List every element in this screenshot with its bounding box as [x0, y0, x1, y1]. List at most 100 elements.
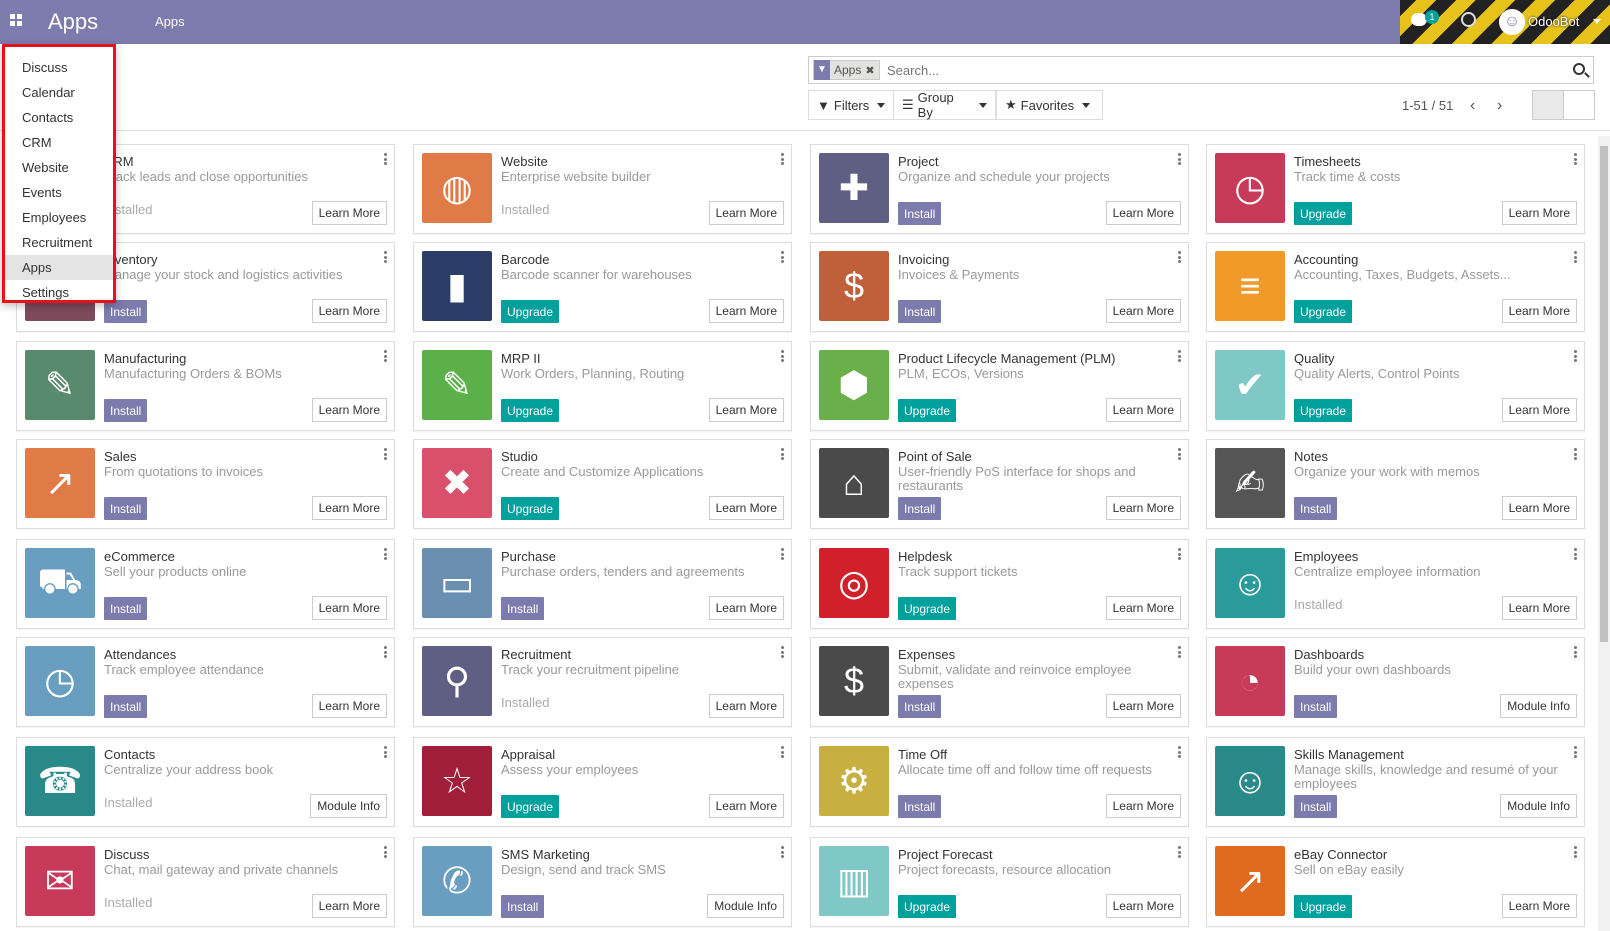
learn-more-button[interactable]: Learn More: [311, 496, 387, 520]
scrollbar[interactable]: [1598, 136, 1610, 931]
kebab-menu-icon[interactable]: [781, 746, 785, 758]
learn-more-button[interactable]: Learn More: [311, 201, 387, 225]
learn-more-button[interactable]: Learn More: [311, 596, 387, 620]
learn-more-button[interactable]: Learn More: [1105, 299, 1181, 323]
kebab-menu-icon[interactable]: [781, 846, 785, 858]
dropdown-item-website[interactable]: Website: [5, 155, 113, 180]
kebab-menu-icon[interactable]: [1178, 448, 1182, 460]
dropdown-item-employees[interactable]: Employees: [5, 205, 113, 230]
kebab-menu-icon[interactable]: [1178, 548, 1182, 560]
kebab-menu-icon[interactable]: [384, 251, 388, 263]
kebab-menu-icon[interactable]: [1178, 251, 1182, 263]
learn-more-button[interactable]: Learn More: [1105, 596, 1181, 620]
upgrade-button[interactable]: Upgrade: [501, 497, 560, 520]
install-button[interactable]: Install: [104, 497, 148, 520]
learn-more-button[interactable]: Learn More: [1105, 398, 1181, 422]
learn-more-button[interactable]: Learn More: [1501, 894, 1577, 918]
module-info-button[interactable]: Module Info: [1500, 694, 1577, 718]
search-icon[interactable]: [1573, 63, 1585, 75]
learn-more-button[interactable]: Learn More: [1105, 794, 1181, 818]
learn-more-button[interactable]: Learn More: [311, 894, 387, 918]
learn-more-button[interactable]: Learn More: [311, 398, 387, 422]
list-view-button[interactable]: [1563, 90, 1595, 120]
learn-more-button[interactable]: Learn More: [1501, 299, 1577, 323]
kebab-menu-icon[interactable]: [1178, 350, 1182, 362]
kebab-menu-icon[interactable]: [1574, 153, 1578, 165]
user-caret-icon[interactable]: [1593, 19, 1601, 24]
upgrade-button[interactable]: Upgrade: [1294, 300, 1353, 323]
module-info-button[interactable]: Module Info: [1500, 794, 1577, 818]
menu-apps[interactable]: Apps: [155, 14, 185, 29]
install-button[interactable]: Install: [1294, 497, 1338, 520]
dropdown-item-apps[interactable]: Apps: [5, 255, 113, 280]
kebab-menu-icon[interactable]: [781, 448, 785, 460]
kebab-menu-icon[interactable]: [384, 646, 388, 658]
learn-more-button[interactable]: Learn More: [1105, 894, 1181, 918]
upgrade-button[interactable]: Upgrade: [1294, 399, 1353, 422]
learn-more-button[interactable]: Learn More: [1501, 398, 1577, 422]
learn-more-button[interactable]: Learn More: [1501, 596, 1577, 620]
install-button[interactable]: Install: [104, 399, 148, 422]
learn-more-button[interactable]: Learn More: [708, 299, 784, 323]
learn-more-button[interactable]: Learn More: [708, 496, 784, 520]
kebab-menu-icon[interactable]: [384, 153, 388, 165]
install-button[interactable]: Install: [898, 497, 942, 520]
pager-value[interactable]: 1-51 / 51: [1402, 98, 1453, 113]
kebab-menu-icon[interactable]: [384, 548, 388, 560]
kebab-menu-icon[interactable]: [1574, 448, 1578, 460]
learn-more-button[interactable]: Learn More: [708, 201, 784, 225]
install-button[interactable]: Install: [501, 895, 545, 918]
kebab-menu-icon[interactable]: [781, 646, 785, 658]
learn-more-button[interactable]: Learn More: [1105, 201, 1181, 225]
filters-button[interactable]: ▼ Filters: [808, 90, 894, 120]
upgrade-button[interactable]: Upgrade: [1294, 202, 1353, 225]
kebab-menu-icon[interactable]: [1574, 350, 1578, 362]
favorites-button[interactable]: ★ Favorites: [996, 90, 1103, 120]
search-input[interactable]: [887, 60, 1567, 80]
app-title[interactable]: Apps: [48, 9, 98, 35]
learn-more-button[interactable]: Learn More: [1501, 201, 1577, 225]
kanban-view-button[interactable]: [1532, 90, 1564, 120]
kebab-menu-icon[interactable]: [1178, 846, 1182, 858]
kebab-menu-icon[interactable]: [384, 448, 388, 460]
install-button[interactable]: Install: [898, 795, 942, 818]
install-button[interactable]: Install: [104, 597, 148, 620]
kebab-menu-icon[interactable]: [781, 350, 785, 362]
upgrade-button[interactable]: Upgrade: [898, 399, 957, 422]
dropdown-item-crm[interactable]: CRM: [5, 130, 113, 155]
dropdown-item-recruitment[interactable]: Recruitment: [5, 230, 113, 255]
kebab-menu-icon[interactable]: [384, 746, 388, 758]
module-info-button[interactable]: Module Info: [310, 794, 387, 818]
kebab-menu-icon[interactable]: [1574, 548, 1578, 560]
kebab-menu-icon[interactable]: [1178, 153, 1182, 165]
app-grid-icon[interactable]: [10, 14, 22, 26]
kebab-menu-icon[interactable]: [781, 153, 785, 165]
user-name[interactable]: OdooBot: [1528, 14, 1579, 29]
upgrade-button[interactable]: Upgrade: [501, 795, 560, 818]
kebab-menu-icon[interactable]: [781, 548, 785, 560]
kebab-menu-icon[interactable]: [384, 846, 388, 858]
upgrade-button[interactable]: Upgrade: [898, 597, 957, 620]
kebab-menu-icon[interactable]: [1574, 846, 1578, 858]
kebab-menu-icon[interactable]: [781, 251, 785, 263]
module-info-button[interactable]: Module Info: [707, 894, 784, 918]
install-button[interactable]: Install: [898, 202, 942, 225]
activity-clock-icon[interactable]: [1461, 12, 1476, 27]
dropdown-item-events[interactable]: Events: [5, 180, 113, 205]
pager-next-icon[interactable]: ›: [1497, 97, 1502, 115]
dropdown-item-settings[interactable]: Settings: [5, 280, 113, 305]
learn-more-button[interactable]: Learn More: [1105, 694, 1181, 718]
scrollbar-thumb[interactable]: [1600, 146, 1608, 642]
kebab-menu-icon[interactable]: [1574, 251, 1578, 263]
learn-more-button[interactable]: Learn More: [708, 398, 784, 422]
kebab-menu-icon[interactable]: [384, 350, 388, 362]
install-button[interactable]: Install: [1294, 795, 1338, 818]
learn-more-button[interactable]: Learn More: [708, 794, 784, 818]
learn-more-button[interactable]: Learn More: [311, 299, 387, 323]
facet-remove-icon[interactable]: ✖: [865, 64, 878, 77]
kebab-menu-icon[interactable]: [1574, 746, 1578, 758]
upgrade-button[interactable]: Upgrade: [898, 895, 957, 918]
install-button[interactable]: Install: [898, 300, 942, 323]
pager-previous-icon[interactable]: ‹: [1470, 97, 1475, 115]
learn-more-button[interactable]: Learn More: [1501, 496, 1577, 520]
